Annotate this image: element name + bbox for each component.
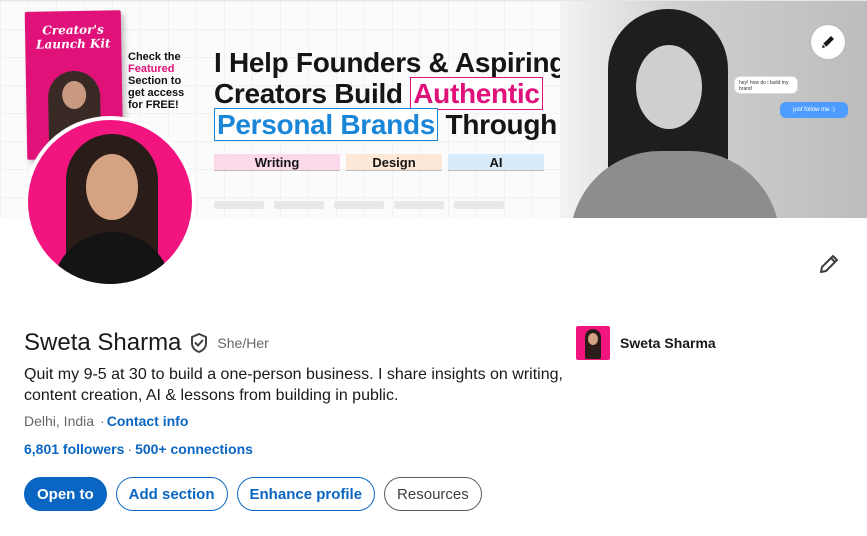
check-accent: Featured bbox=[128, 63, 175, 75]
open-to-button[interactable]: Open to bbox=[24, 477, 107, 511]
banner-pills: Writing Design AI bbox=[214, 154, 544, 171]
banner-faint-bars bbox=[214, 201, 504, 209]
company-logo bbox=[576, 326, 610, 360]
check-line4: get access bbox=[128, 87, 185, 99]
pronouns: She/Her bbox=[217, 335, 269, 351]
faint-bar bbox=[274, 201, 324, 209]
portrait-body bbox=[570, 151, 780, 218]
profile-photo[interactable] bbox=[24, 116, 196, 288]
banner-pill-design: Design bbox=[346, 154, 442, 171]
book-title: Creator's Launch Kit bbox=[25, 22, 121, 52]
banner-headline-line2: Creators Build Authentic bbox=[214, 77, 566, 110]
profile-headline: Quit my 9-5 at 30 to build a one-person … bbox=[24, 366, 563, 404]
book-title-line2: Launch Kit bbox=[35, 36, 111, 52]
banner-headline: I Help Founders & Aspiring Creators Buil… bbox=[214, 47, 567, 141]
check-line5: for FREE! bbox=[128, 99, 179, 111]
chat-bubble-question: hey! how do i build my brand bbox=[734, 76, 798, 94]
network-row: 6,801 followers · 500+ connections bbox=[24, 441, 253, 457]
faint-bar bbox=[334, 201, 384, 209]
company-name: Sweta Sharma bbox=[620, 335, 716, 351]
followers-link[interactable]: 6,801 followers bbox=[24, 441, 124, 457]
banner-headline-blue: Personal Brands bbox=[214, 108, 439, 141]
current-company-link[interactable]: Sweta Sharma bbox=[576, 326, 716, 360]
banner-pill-writing: Writing bbox=[214, 154, 340, 171]
verified-shield-icon[interactable] bbox=[189, 332, 209, 354]
location-separator: · bbox=[100, 413, 105, 429]
faint-bar bbox=[214, 201, 264, 209]
faint-bar bbox=[394, 201, 444, 209]
banner-headline-line1: I Help Founders & Aspiring bbox=[214, 47, 567, 78]
portrait-face bbox=[636, 45, 702, 129]
network-separator: · bbox=[127, 441, 133, 457]
location-row: Delhi, India · Contact info bbox=[24, 413, 188, 429]
faint-bar bbox=[454, 201, 504, 209]
add-section-button[interactable]: Add section bbox=[115, 477, 228, 511]
banner-pill-ai: AI bbox=[448, 154, 544, 171]
edit-banner-button[interactable] bbox=[811, 25, 845, 59]
check-line3: Section to bbox=[128, 75, 182, 87]
profile-actions: Open to Add section Enhance profile Reso… bbox=[24, 477, 482, 511]
chat-bubble-reply: just follow me :) bbox=[780, 102, 848, 118]
name-row: Sweta Sharma She/Her bbox=[24, 329, 269, 357]
location: Delhi, India bbox=[24, 413, 95, 429]
banner-headline-line2-text: Creators Build bbox=[214, 78, 411, 109]
banner-headline-line3-text: Through bbox=[438, 109, 558, 140]
check-line1: Check the bbox=[128, 51, 181, 63]
profile-card: Creator's Launch Kit Check the Featured … bbox=[0, 0, 867, 536]
avatar-image bbox=[28, 120, 192, 284]
avatar-face bbox=[86, 154, 138, 220]
enhance-profile-button[interactable]: Enhance profile bbox=[236, 477, 376, 511]
contact-info-link[interactable]: Contact info bbox=[107, 413, 189, 429]
profile-name: Sweta Sharma bbox=[24, 329, 182, 356]
pencil-icon bbox=[822, 36, 834, 48]
connections-link[interactable]: 500+ connections bbox=[135, 441, 253, 457]
resources-button[interactable]: Resources bbox=[384, 477, 482, 511]
banner-headline-line3: Personal Brands Through bbox=[214, 108, 566, 141]
banner-headline-pink: Authentic bbox=[410, 77, 543, 110]
pencil-icon bbox=[820, 255, 838, 273]
banner-featured-note: Check the Featured Section to get access… bbox=[128, 51, 198, 111]
edit-intro-button[interactable] bbox=[815, 250, 843, 278]
